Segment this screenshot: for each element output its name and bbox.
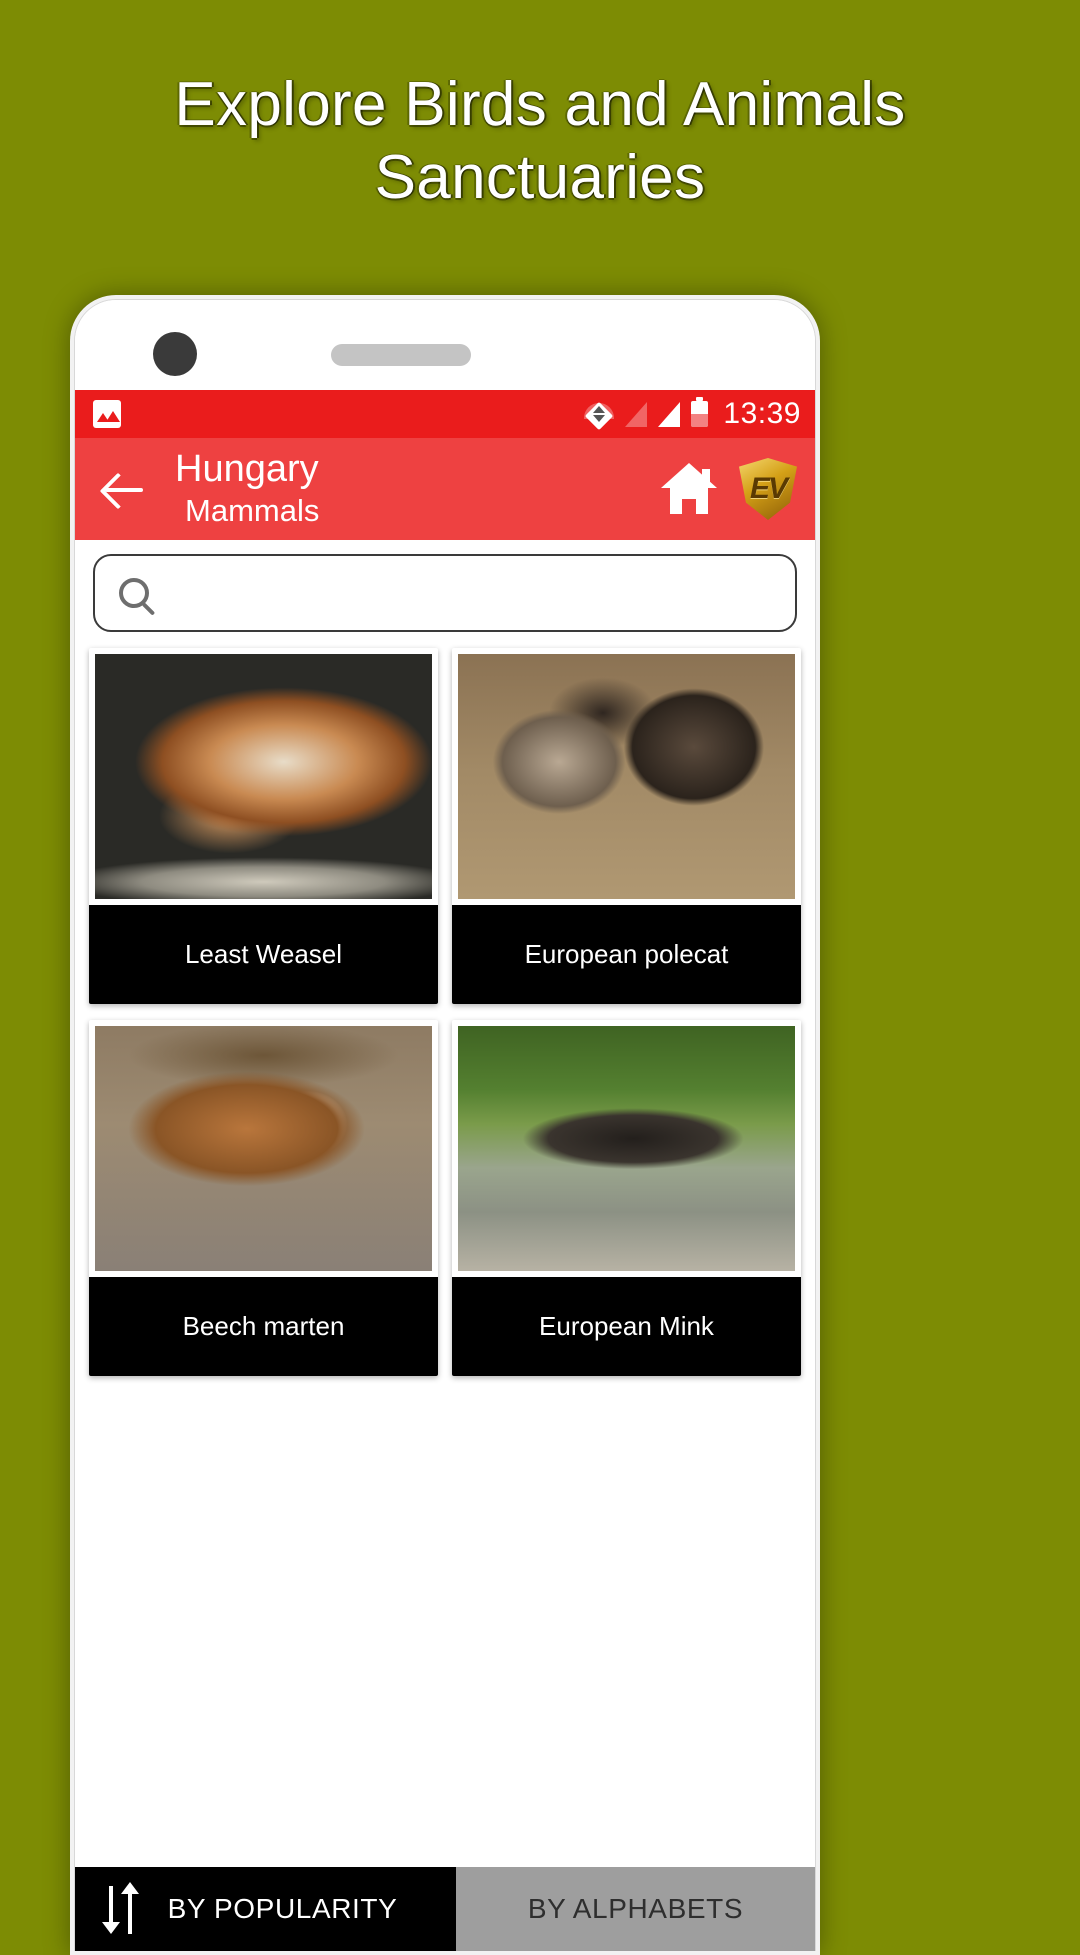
page-title: Hungary <box>175 448 319 491</box>
home-icon[interactable] <box>661 463 717 515</box>
search-box[interactable] <box>93 554 797 632</box>
animal-card[interactable]: Least Weasel <box>89 648 438 1004</box>
animal-photo <box>95 1026 432 1271</box>
sort-by-popularity-label: BY POPULARITY <box>167 1893 398 1924</box>
animal-photo <box>458 654 795 899</box>
promo-headline-line1: Explore Birds and Animals <box>174 70 906 139</box>
shield-logo-label: EV <box>749 472 788 505</box>
animal-card[interactable]: Beech marten <box>89 1020 438 1376</box>
animal-photo <box>458 1026 795 1271</box>
phone-mockup: 13:39 Hungary Mammals EV Least Weasel Eu… <box>70 295 820 1955</box>
signal-bars-empty-icon <box>625 401 648 427</box>
status-bar-left <box>93 400 121 428</box>
wifi-icon <box>584 401 615 431</box>
app-toolbar: Hungary Mammals EV <box>75 438 815 540</box>
animal-card-label: Least Weasel <box>89 905 438 1004</box>
phone-notch-row <box>75 300 815 390</box>
status-bar-right: 13:39 <box>584 397 801 431</box>
search-icon <box>119 578 149 608</box>
animal-card[interactable]: European Mink <box>452 1020 801 1376</box>
search-section <box>75 540 815 642</box>
back-arrow-icon[interactable] <box>97 461 153 517</box>
phone-screen: 13:39 Hungary Mammals EV Least Weasel Eu… <box>74 299 816 1951</box>
toolbar-title-group: Hungary Mammals <box>175 448 320 529</box>
earpiece-speaker <box>331 344 471 366</box>
status-bar: 13:39 <box>75 390 815 438</box>
sort-bar: BY POPULARITY BY ALPHABETS <box>75 1867 815 1951</box>
shield-logo-icon[interactable]: EV <box>739 458 797 520</box>
promo-headline: Explore Birds and Animals Sanctuaries <box>0 68 1080 214</box>
toolbar-actions: EV <box>661 458 797 520</box>
photo-icon <box>93 400 121 428</box>
sort-by-popularity-tab[interactable]: BY POPULARITY <box>75 1867 456 1951</box>
search-input[interactable] <box>167 577 771 609</box>
animal-photo <box>95 654 432 899</box>
signal-bars-full-icon <box>658 401 681 427</box>
animal-card-label: European polecat <box>452 905 801 1004</box>
animal-card-grid: Least Weasel European polecat Beech mart… <box>75 642 815 1376</box>
front-camera-icon <box>153 332 197 376</box>
status-bar-clock: 13:39 <box>723 397 801 430</box>
animal-card[interactable]: European polecat <box>452 648 801 1004</box>
page-subtitle: Mammals <box>185 493 320 529</box>
animal-card-label: European Mink <box>452 1277 801 1376</box>
sort-by-alphabets-tab[interactable]: BY ALPHABETS <box>456 1867 815 1951</box>
battery-icon <box>691 397 709 427</box>
promo-headline-line2: Sanctuaries <box>374 143 706 213</box>
animal-card-label: Beech marten <box>89 1277 438 1376</box>
sort-arrows-icon <box>97 1882 149 1936</box>
